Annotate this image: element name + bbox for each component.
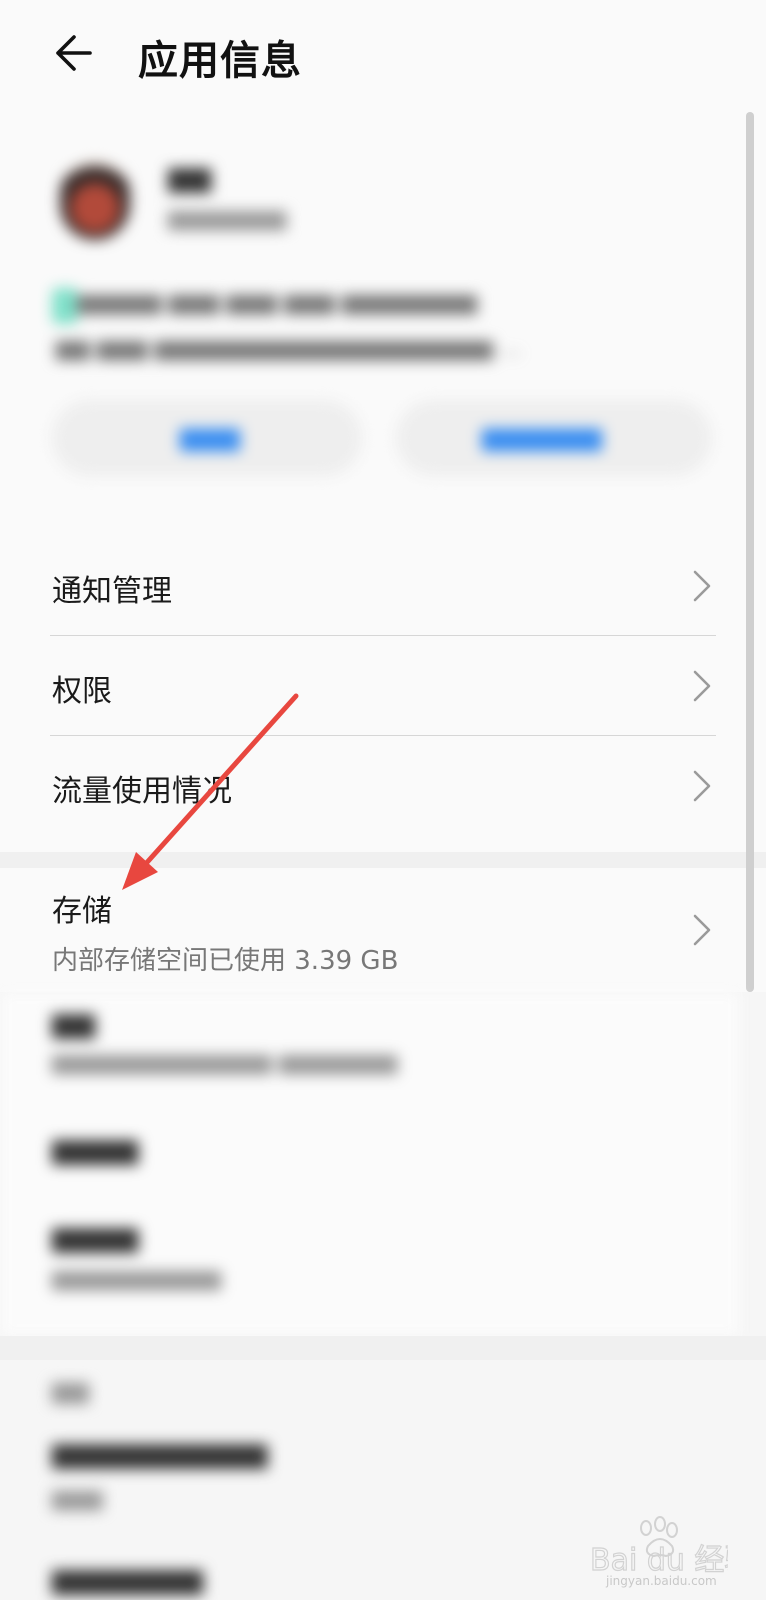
obscured-row-title: ▆▆▆▆: [52, 1220, 139, 1253]
obscured-row-title: ▆▆▆▆▆▆▆: [52, 1562, 203, 1595]
obscured-section-header: ▆▆: [52, 1376, 89, 1404]
section-separator: [0, 1336, 766, 1360]
page-title: 应用信息: [138, 38, 302, 84]
app-version-obscured: ▆▆▆▆▆▆▆: [168, 206, 287, 231]
settings-card: 通知管理 权限 流量使用情况: [0, 536, 766, 852]
chevron-right-icon: [690, 912, 714, 948]
app-icon: [60, 160, 130, 240]
settings-item-notifications[interactable]: 通知管理: [0, 536, 766, 638]
scrollbar[interactable]: [746, 112, 754, 992]
app-name-obscured: ▆▆: [168, 160, 212, 193]
storage-usage-text: 内部存储空间已使用 3.39 GB: [52, 946, 399, 976]
settings-item-label: 权限: [52, 674, 112, 709]
obscured-row-subtitle: ▆▆▆▆▆▆▆▆▆▆▆▆▆ ▆▆▆▆▆▆▆: [52, 1050, 398, 1075]
svg-text:Bai du 经验: Bai du 经验: [590, 1543, 728, 1578]
lower-settings-blurred: ▆▆ ▆▆▆▆▆▆▆▆▆▆▆▆▆ ▆▆▆▆▆▆▆ ▆▆▆▆ ▆▆▆▆ ▆▆▆▆▆…: [0, 992, 766, 1600]
app-info-screen: 应用信息 ▆▆ ▆▆▆▆▆▆▆ ▆▆▆▆▆ ▆▆▆ ▆▆▆ ▆▆▆ ▆▆▆▆▆▆…: [0, 0, 766, 1600]
watermark-url: jingyan.baidu.com: [606, 1574, 717, 1588]
chevron-right-icon: [690, 768, 714, 804]
obscured-row-subtitle: ▆▆▆▆▆▆▆▆▆▆: [52, 1266, 222, 1291]
settings-item-storage[interactable]: 存储 内部存储空间已使用 3.39 GB: [0, 868, 752, 992]
obscured-row-title: ▆▆▆▆▆▆▆▆▆▆: [52, 1436, 268, 1469]
action-button-left-obscured[interactable]: ▆▆▆: [52, 400, 362, 476]
chevron-right-icon: [690, 568, 714, 604]
section-separator: [0, 852, 766, 868]
action-button-right-obscured[interactable]: ▆▆▆▆▆▆: [396, 400, 712, 476]
settings-item-data-usage[interactable]: 流量使用情况: [0, 736, 766, 838]
back-button[interactable]: [50, 28, 100, 78]
obscured-row-subtitle: ▆▆▆: [52, 1486, 103, 1511]
settings-item-permissions[interactable]: 权限: [0, 636, 766, 738]
chevron-right-icon: [690, 668, 714, 704]
obscured-row-title: ▆▆: [52, 1006, 96, 1039]
app-summary-blurred: ▆▆ ▆▆▆▆▆▆▆ ▆▆▆▆▆ ▆▆▆ ▆▆▆ ▆▆▆ ▆▆▆▆▆▆▆▆ ▆▆ …: [0, 120, 766, 520]
app-description-obscured: ▆▆▆▆▆ ▆▆▆ ▆▆▆ ▆▆▆ ▆▆▆▆▆▆▆▆ ▆▆ ▆▆▆ ▆▆▆▆▆▆▆…: [56, 290, 521, 361]
settings-item-label: 流量使用情况: [52, 774, 232, 809]
obscured-row-title: ▆▆▆▆: [52, 1132, 139, 1165]
settings-item-label: 通知管理: [52, 574, 172, 609]
arrow-left-icon: [56, 35, 92, 71]
top-app-bar: 应用信息: [0, 0, 766, 110]
storage-label: 存储: [52, 894, 112, 929]
